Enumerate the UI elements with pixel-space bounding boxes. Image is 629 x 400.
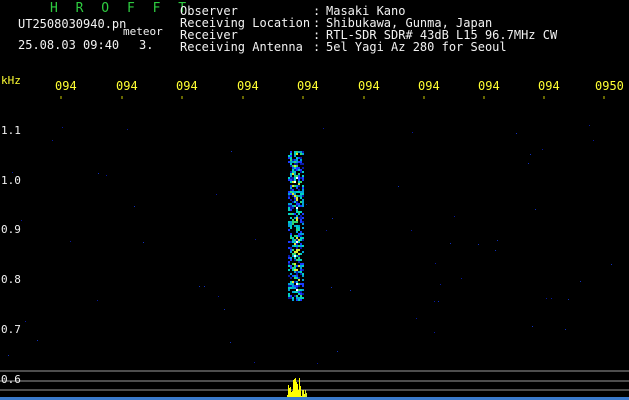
freq-tick-label: 1.0 — [1, 174, 21, 187]
freq-tick-label: 1.1 — [1, 124, 21, 137]
time-tick-label: 094 — [418, 79, 440, 93]
app-title: H R O F F T — [50, 1, 192, 16]
time-tick-label: 094 — [55, 79, 77, 93]
time-tick-label: 094 — [538, 79, 560, 93]
antenna-colon: : — [313, 40, 321, 54]
sparse-noise — [8, 125, 612, 364]
image-filename: UT2508030940.pn — [18, 17, 127, 31]
freq-tick-label: 0.9 — [1, 223, 21, 236]
baseline-lines — [0, 370, 629, 391]
time-tick-label: 0950 — [595, 79, 624, 93]
antenna-label: Receiving Antenna — [180, 40, 303, 54]
spectrogram-plot — [0, 96, 629, 400]
time-tick-label: 094 — [116, 79, 138, 93]
time-tick-label: 094 — [176, 79, 198, 93]
time-tick-label: 094 — [358, 79, 380, 93]
detection-label: meteor — [123, 25, 163, 38]
antenna-value: 5el Yagi Az 280 for Seoul — [326, 40, 507, 54]
freq-tick-label: 0.8 — [1, 273, 21, 286]
freq-tick-label: 0.6 — [1, 373, 21, 386]
header-panel: H R O F F T UT2508030940.pn meteor 25.08… — [0, 0, 629, 70]
observation-datetime: 25.08.03 09:40 — [18, 38, 120, 52]
spectrogram-canvas — [0, 96, 629, 400]
detection-count: 3. — [139, 38, 154, 52]
time-tick-label: 094 — [237, 79, 259, 93]
meteor-echo — [288, 151, 304, 301]
freq-tick-label: 0.7 — [1, 323, 21, 336]
time-tick-label: 094 — [297, 79, 319, 93]
time-tick-label: 094 — [478, 79, 500, 93]
time-grid-ticks — [60, 96, 605, 99]
frequency-unit-label: kHz — [1, 74, 21, 87]
